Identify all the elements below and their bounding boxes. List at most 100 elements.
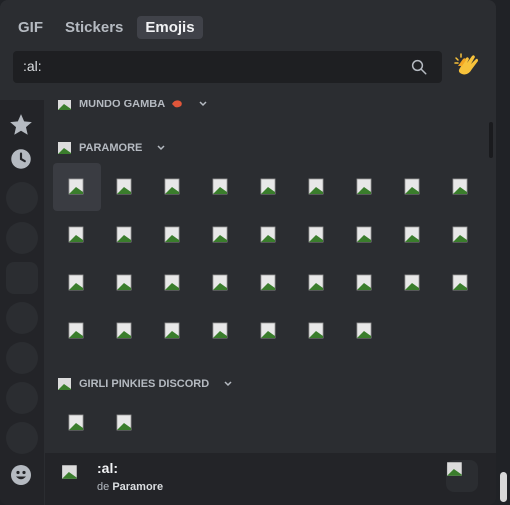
emoji-button[interactable] (245, 211, 293, 259)
server-emoji-icon[interactable] (6, 382, 38, 414)
search-icon[interactable] (410, 58, 428, 76)
clock-icon[interactable] (8, 146, 34, 172)
chevron-down-icon (157, 145, 165, 151)
emoji-image-icon (260, 178, 276, 195)
emoji-image-icon (260, 322, 276, 339)
emoji-image-icon (308, 178, 324, 195)
emoji-image-icon (164, 274, 180, 291)
server-emoji-icon[interactable] (6, 342, 38, 374)
chevron-down-icon (199, 101, 207, 107)
emoji-button[interactable] (197, 163, 245, 211)
window-scrollbar-track[interactable] (497, 0, 510, 505)
emoji-image-icon (68, 178, 84, 195)
emoji-image-icon (404, 178, 420, 195)
emoji-image-icon (116, 274, 132, 291)
emoji-button[interactable] (245, 307, 293, 355)
emoji-button[interactable] (197, 211, 245, 259)
category-name: MUNDO GAMBA (79, 100, 166, 110)
emoji-list-scrollbar[interactable] (489, 122, 493, 158)
emoji-button[interactable] (437, 259, 485, 307)
emoji-button[interactable] (197, 259, 245, 307)
category-header-girli-pinkies[interactable]: GIRLI PINKIES DISCORD (57, 376, 233, 392)
emoji-button[interactable] (245, 163, 293, 211)
emoji-image-icon (260, 274, 276, 291)
tab-emojis[interactable]: Emojis (137, 16, 203, 39)
emoji-image-icon (116, 414, 132, 431)
category-header-mundo-gamba[interactable]: MUNDO GAMBA (57, 100, 208, 112)
server-emoji-icon[interactable] (6, 422, 38, 454)
emoji-button[interactable] (101, 163, 149, 211)
tab-gif[interactable]: GIF (10, 16, 51, 39)
emoji-image-icon (116, 226, 132, 243)
emoji-button[interactable] (101, 307, 149, 355)
emoji-button[interactable] (197, 307, 245, 355)
shrimp-icon (172, 100, 182, 108)
emoji-button[interactable] (53, 211, 101, 259)
smiley-icon[interactable] (9, 463, 33, 487)
emoji-button[interactable] (341, 163, 389, 211)
emoji-image-icon (260, 226, 276, 243)
emoji-image-icon (164, 226, 180, 243)
clapping-hands-icon[interactable] (452, 50, 484, 82)
emoji-image-icon (68, 322, 84, 339)
emoji-image-icon (212, 178, 228, 195)
emoji-button[interactable] (101, 399, 149, 447)
emoji-image-icon (164, 322, 180, 339)
emoji-button[interactable] (293, 259, 341, 307)
emoji-picker-panel: GIF Stickers Emojis :al: MUNDO GAMBA PAR… (0, 0, 496, 505)
emoji-image-icon (452, 178, 468, 195)
emoji-button[interactable] (149, 163, 197, 211)
emoji-image-icon (116, 322, 132, 339)
category-name: PARAMORE (79, 142, 143, 154)
emoji-button[interactable] (245, 259, 293, 307)
emoji-button[interactable] (53, 399, 101, 447)
emoji-button[interactable] (149, 211, 197, 259)
emoji-image-icon (404, 274, 420, 291)
emoji-image-icon (308, 274, 324, 291)
star-icon[interactable] (8, 112, 34, 138)
category-icon (58, 378, 71, 390)
preview-emoji-source: de Paramore (97, 481, 163, 493)
emoji-button[interactable] (293, 211, 341, 259)
server-emoji-icon[interactable] (6, 262, 38, 294)
search-input[interactable]: :al: (13, 51, 442, 83)
window-scrollbar-thumb[interactable] (500, 472, 507, 502)
emoji-button[interactable] (149, 307, 197, 355)
emoji-button[interactable] (341, 259, 389, 307)
category-header-paramore[interactable]: PARAMORE (57, 140, 166, 156)
emoji-button[interactable] (53, 307, 101, 355)
emoji-button[interactable] (101, 211, 149, 259)
search-value: :al: (23, 58, 42, 74)
emoji-image-icon (212, 226, 228, 243)
emoji-button[interactable] (341, 211, 389, 259)
server-emoji-icon[interactable] (6, 222, 38, 254)
server-emoji-icon[interactable] (6, 302, 38, 334)
emoji-image-icon (452, 226, 468, 243)
preview-server-button[interactable] (446, 460, 478, 492)
emoji-button[interactable] (341, 307, 389, 355)
emoji-button[interactable] (149, 259, 197, 307)
server-emoji-icon[interactable] (6, 182, 38, 214)
category-icon (58, 100, 71, 110)
preview-emoji-icon (62, 465, 77, 479)
emoji-button[interactable] (53, 163, 101, 211)
emoji-preview-footer: :al: de Paramore (45, 453, 496, 505)
chevron-down-icon (224, 381, 232, 387)
emoji-button[interactable] (293, 307, 341, 355)
emoji-button[interactable] (389, 211, 437, 259)
category-name: GIRLI PINKIES DISCORD (79, 378, 210, 390)
emoji-image-icon (164, 178, 180, 195)
emoji-button[interactable] (389, 163, 437, 211)
picker-header: GIF Stickers Emojis :al: (0, 0, 496, 100)
emoji-image-icon (356, 322, 372, 339)
emoji-button[interactable] (437, 163, 485, 211)
emoji-button[interactable] (293, 163, 341, 211)
emoji-button[interactable] (101, 259, 149, 307)
preview-emoji-name: :al: (97, 460, 118, 476)
emoji-button[interactable] (389, 259, 437, 307)
emoji-list: MUNDO GAMBA PARAMORE GIRLI PINKIES DISCO… (45, 100, 496, 453)
emoji-button[interactable] (53, 259, 101, 307)
emoji-image-icon (68, 414, 84, 431)
emoji-button[interactable] (437, 211, 485, 259)
tab-stickers[interactable]: Stickers (57, 16, 131, 39)
